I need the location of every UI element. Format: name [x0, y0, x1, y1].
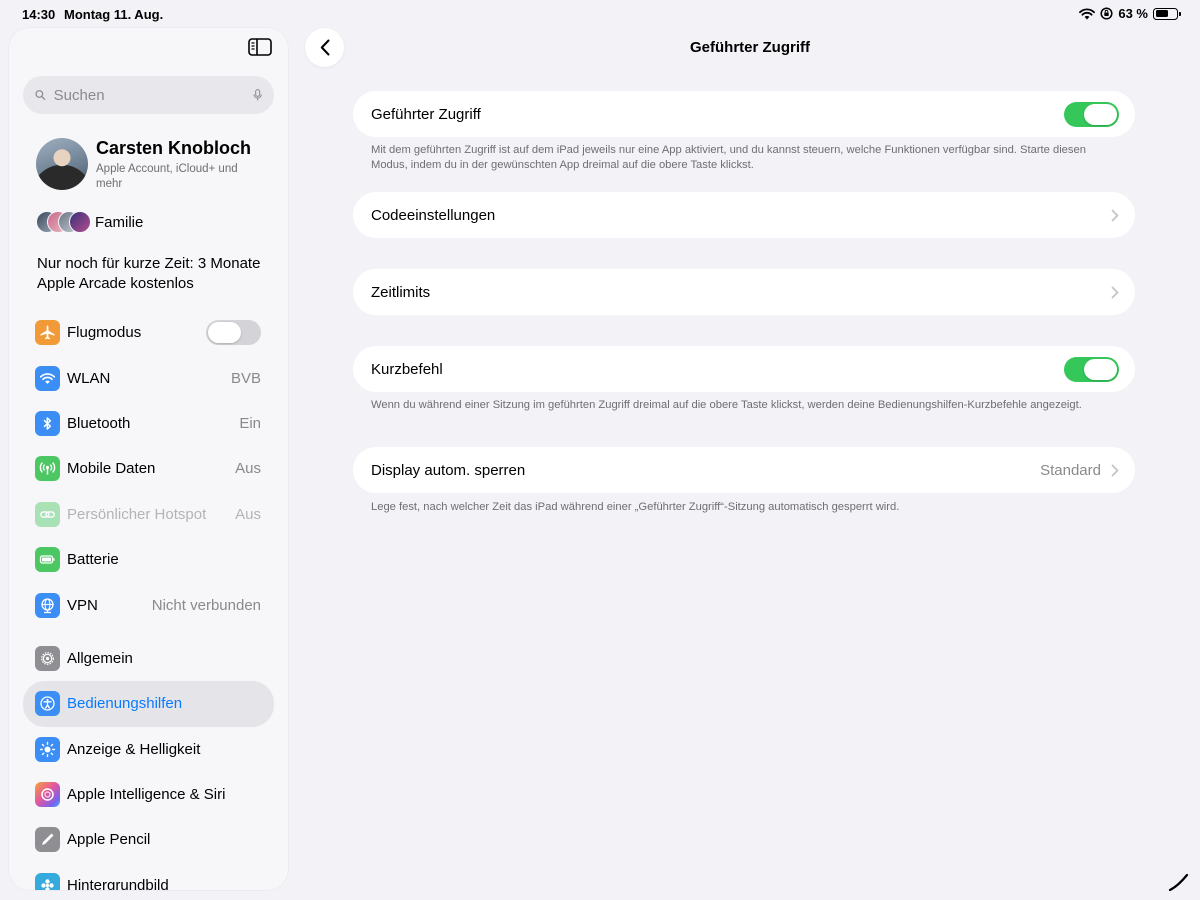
sidebar-item-anzeige-helligkeit[interactable]: Anzeige & Helligkeit — [23, 727, 274, 772]
sidebar-item-batterie[interactable]: Batterie — [23, 537, 274, 582]
time-limits-label: Zeitlimits — [371, 283, 431, 301]
avatar — [36, 138, 88, 190]
sidebar-item-label: VPN — [67, 596, 98, 614]
sidebar-item-bluetooth[interactable]: Bluetooth Ein — [23, 401, 274, 446]
pencil-hover-indicator-icon — [1168, 873, 1189, 892]
sidebar-item-label: Batterie — [67, 551, 119, 569]
sidebar-item-flugmodus[interactable]: Flugmodus — [23, 310, 274, 355]
chevron-right-icon — [1111, 209, 1119, 221]
pencil-icon — [35, 827, 60, 853]
sidebar-item-wlan[interactable]: WLAN BVB — [23, 355, 274, 400]
status-date: Montag 11. Aug. — [64, 7, 164, 22]
wifi-status-icon — [1079, 7, 1096, 19]
sidebar-item-label: Anzeige & Helligkeit — [67, 740, 201, 758]
auto-lock-label: Display autom. sperren — [371, 461, 526, 479]
sidebar-item-label: Flugmodus — [67, 324, 142, 342]
switch-knob — [1084, 103, 1117, 125]
switch-knob — [208, 322, 241, 344]
accessibility-icon — [35, 691, 60, 717]
sidebar-item-label: Bedienungshilfen — [67, 695, 183, 713]
shortcut-switch[interactable] — [1064, 356, 1119, 382]
settings-group-general: Allgemein Bedienungshilfen Anzeige & Hel… — [23, 636, 274, 890]
battery-icon — [35, 547, 60, 573]
profile-name: Carsten Knobloch — [96, 138, 252, 158]
bluetooth-value: Ein — [239, 414, 261, 432]
guided-access-label: Geführter Zugriff — [371, 105, 481, 123]
airplane-mode-switch[interactable] — [206, 320, 261, 346]
sidebar-item-allgemein[interactable]: Allgemein — [23, 636, 274, 681]
apple-arcade-promo[interactable]: Nur noch für kurze Zeit: 3 Monate Apple … — [37, 254, 272, 293]
settings-group-connectivity: Flugmodus WLAN BVB Bluetooth Ein Mobile … — [23, 310, 274, 628]
guided-access-row: Geführter Zugriff — [353, 91, 1135, 137]
auto-lock-footnote: Lege fest, nach welcher Zeit das iPad wä… — [371, 501, 900, 513]
hotspot-value: Aus — [235, 505, 261, 523]
wallpaper-icon — [35, 872, 60, 890]
siri-icon — [35, 782, 60, 808]
battery-icon — [1153, 7, 1181, 20]
battery-level-fill — [1155, 10, 1169, 17]
vpn-globe-icon — [35, 592, 60, 618]
time-limits-row[interactable]: Zeitlimits — [353, 269, 1135, 315]
sidebar-item-label: Apple Pencil — [67, 831, 151, 849]
family-avatar — [69, 211, 91, 233]
battery-percentage: 63 % — [1118, 6, 1148, 21]
status-indicators: 63 % — [1079, 6, 1181, 21]
sidebar-item-vpn[interactable]: VPN Nicht verbunden — [23, 582, 274, 627]
family-label: Familie — [95, 213, 144, 231]
shortcut-footnote: Wenn du während einer Sitzung im geführt… — [371, 399, 1082, 411]
bluetooth-icon — [35, 410, 60, 436]
status-time: 14:30 — [22, 7, 56, 22]
sidebar-item-mobile-daten[interactable]: Mobile Daten Aus — [23, 446, 274, 491]
family-row[interactable]: Familie — [36, 210, 143, 234]
sidebar-item-label: Bluetooth — [67, 414, 131, 432]
orientation-lock-icon — [1100, 7, 1113, 20]
auto-lock-row[interactable]: Display autom. sperren Standard — [353, 447, 1135, 493]
microphone-icon[interactable] — [253, 86, 262, 104]
sidebar-item-hintergrundbild[interactable]: Hintergrundbild — [23, 863, 274, 890]
sidebar-item-label: Allgemein — [67, 649, 133, 667]
settings-list: Flugmodus WLAN BVB Bluetooth Ein Mobile … — [23, 310, 274, 890]
guided-access-switch[interactable] — [1064, 101, 1119, 127]
gear-icon — [35, 645, 60, 671]
sidebar-item-label: Persönlicher Hotspot — [67, 505, 207, 523]
search-input[interactable] — [53, 86, 253, 104]
switch-knob — [1084, 358, 1117, 380]
hotspot-icon — [35, 501, 60, 527]
sidebar-item-hotspot[interactable]: Persönlicher Hotspot Aus — [23, 492, 274, 537]
sidebar-item-label: WLAN — [67, 369, 111, 387]
sidebar-item-label: Apple Intelligence & Siri — [67, 786, 226, 804]
guided-access-footnote: Mit dem geführten Zugriff ist auf dem iP… — [371, 144, 1086, 171]
sidebar-item-bedienungshilfen[interactable]: Bedienungshilfen — [23, 681, 274, 727]
family-avatars — [36, 211, 91, 233]
auto-lock-value: Standard — [1040, 461, 1101, 479]
profile-subtitle: Apple Account, iCloud+ und mehr — [96, 163, 238, 190]
sidebar: Carsten Knobloch Apple Account, iCloud+ … — [9, 28, 288, 890]
sidebar-item-apple-intelligence-siri[interactable]: Apple Intelligence & Siri — [23, 772, 274, 817]
sun-icon — [35, 736, 60, 762]
shortcut-label: Kurzbefehl — [371, 360, 443, 378]
shortcut-row: Kurzbefehl — [353, 346, 1135, 392]
status-bar: 14:30 Montag 11. Aug. 63 % — [0, 0, 1200, 28]
sidebar-toggle-icon[interactable] — [248, 38, 272, 56]
chevron-right-icon — [1111, 286, 1119, 298]
chevron-right-icon — [1111, 464, 1119, 476]
sidebar-item-label: Mobile Daten — [67, 460, 156, 478]
passcode-settings-label: Codeeinstellungen — [371, 206, 496, 224]
sidebar-item-apple-pencil[interactable]: Apple Pencil — [23, 817, 274, 862]
antenna-icon — [35, 456, 60, 482]
back-button[interactable] — [305, 28, 344, 67]
page-title: Geführter Zugriff — [690, 39, 810, 56]
sidebar-item-label: Hintergrundbild — [67, 876, 169, 890]
search-icon — [35, 90, 46, 100]
passcode-settings-row[interactable]: Codeeinstellungen — [353, 192, 1135, 238]
vpn-value: Nicht verbunden — [151, 596, 261, 614]
airplane-icon — [35, 320, 60, 346]
chevron-left-icon — [320, 39, 329, 56]
mobile-data-value: Aus — [235, 460, 261, 478]
wifi-icon — [35, 365, 60, 391]
apple-account-profile[interactable]: Carsten Knobloch Apple Account, iCloud+ … — [36, 136, 276, 192]
wlan-value: BVB — [230, 369, 261, 387]
search-field[interactable] — [23, 76, 274, 114]
